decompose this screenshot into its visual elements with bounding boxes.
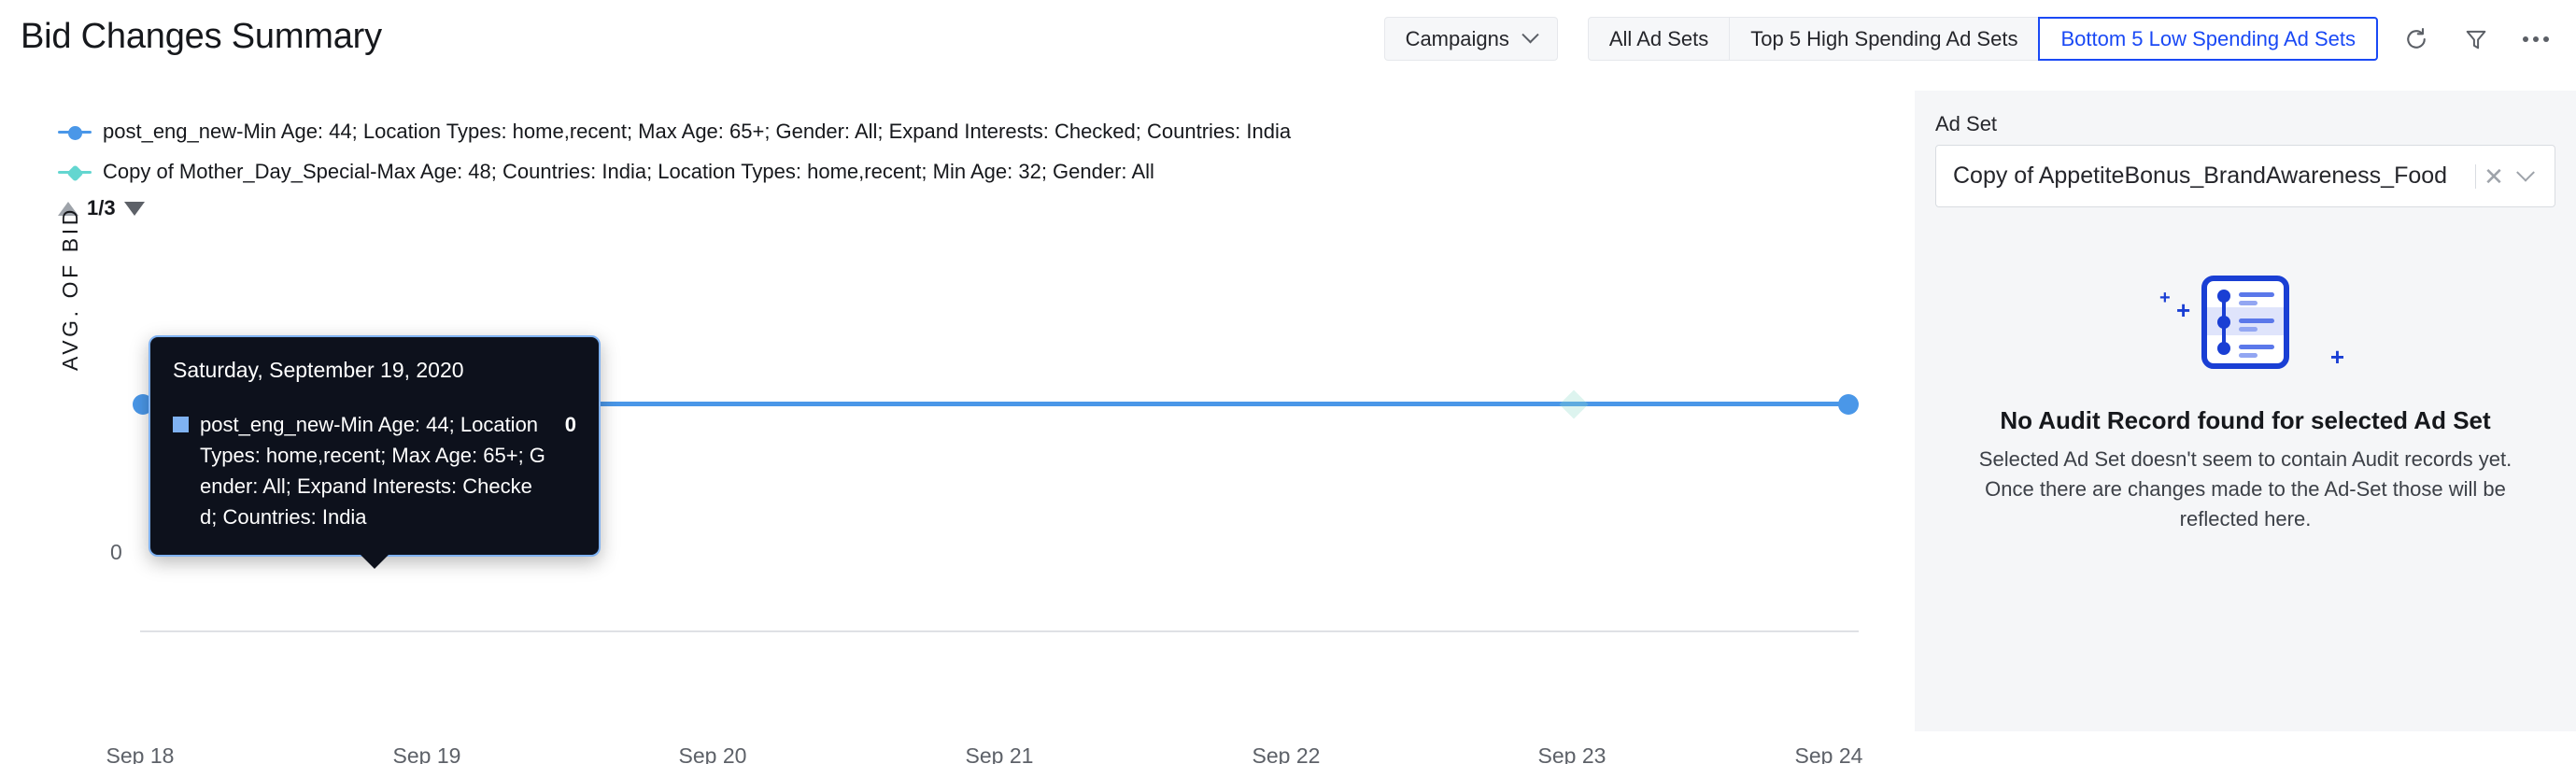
tab-bottom-5-low-spending[interactable]: Bottom 5 Low Spending Ad Sets [2038,17,2378,61]
campaigns-dropdown[interactable]: Campaigns [1383,17,1558,61]
sparkle-plus-icon: + [2329,343,2344,371]
triangle-down-icon[interactable] [123,201,145,216]
x-tick-label: Sep 20 [678,743,747,764]
x-tick-label: Sep 24 [1794,743,1863,764]
filter-button[interactable] [2455,18,2498,61]
legend-pager-text: 1/3 [87,196,116,219]
chart-tooltip: Saturday, September 19, 2020 post_eng_ne… [149,335,601,569]
empty-state-body: Selected Ad Set doesn't seem to contain … [1978,447,2512,531]
audit-record-panel: Ad Set Copy of AppetiteBonus_BrandAwaren… [1915,91,2576,731]
header-controls: Campaigns All Ad Sets Top 5 High Spendin… [1383,17,2557,61]
empty-state-title: No Audit Record found for selected Ad Se… [2000,406,2491,434]
filter-icon [2466,30,2486,49]
y-axis-tick-0: 0 [110,540,122,564]
ad-set-select[interactable]: Copy of AppetiteBonus_BrandAwareness_Foo… [1935,145,2555,207]
refresh-button[interactable] [2395,18,2438,61]
campaigns-dropdown-label: Campaigns [1405,26,1509,50]
legend-marker-circle-icon [58,122,92,141]
tooltip-series-row: post_eng_new-Min Age: 44; Location Types… [173,409,576,532]
tooltip-date: Saturday, September 19, 2020 [173,358,464,382]
tab-all-ad-sets[interactable]: All Ad Sets [1587,17,1731,61]
legend-marker-diamond-icon [58,163,92,182]
tooltip-arrow-icon [361,555,389,569]
x-tick-label: Sep 18 [106,743,175,764]
chevron-down-icon[interactable] [2510,163,2541,183]
legend-item-label: post_eng_new-Min Age: 44; Location Types… [103,119,1292,143]
tooltip-series-swatch-icon [173,417,189,432]
series-2-point-sep-23[interactable] [1559,389,1589,419]
bid-changes-summary-page: Bid Changes Summary Campaigns All Ad Set… [0,0,2576,764]
ad-set-field-label: Ad Set [1935,112,1998,135]
x-tick-label: Sep 23 [1537,743,1606,764]
tooltip-series-value: 0 [564,413,576,436]
x-axis-line [140,630,1859,632]
close-icon[interactable]: ✕ [2478,164,2510,189]
chart-legend: post_eng_new-Min Age: 44; Location Types… [58,111,1833,191]
ad-set-tab-group: All Ad Sets Top 5 High Spending Ad Sets … [1587,17,2378,61]
ad-set-select-value: Copy of AppetiteBonus_BrandAwareness_Foo… [1953,163,2448,189]
series-1-point-sep-24[interactable] [1838,394,1859,415]
x-tick-label: Sep 19 [392,743,461,764]
more-options-icon [2523,35,2549,42]
chevron-down-icon [1522,26,1539,44]
legend-item-series-2[interactable]: Copy of Mother_Day_Special-Max Age: 48; … [58,151,1833,191]
x-tick-label: Sep 22 [1252,743,1321,764]
sparkle-plus-icon: + [2159,288,2171,308]
audit-record-list-icon: + + + [2143,268,2348,389]
sparkle-plus-icon: + [2176,296,2191,324]
legend-item-label: Copy of Mother_Day_Special-Max Age: 48; … [103,159,1154,183]
empty-state: + + + No Audit Record found for selected… [1915,268,2576,534]
legend-item-series-1[interactable]: post_eng_new-Min Age: 44; Location Types… [58,111,1833,151]
tooltip-series-label: post_eng_new-Min Age: 44; Location Types… [200,413,545,529]
page-header: Bid Changes Summary Campaigns All Ad Set… [0,0,2576,91]
list-card-icon [2201,276,2289,369]
y-axis-label: AVG. OF BID [58,206,82,371]
page-title: Bid Changes Summary [21,17,382,56]
tab-top-5-high-spending[interactable]: Top 5 High Spending Ad Sets [1730,17,2040,61]
refresh-icon [2407,27,2426,49]
chart-panel: post_eng_new-Min Age: 44; Location Types… [0,91,1915,764]
more-options-button[interactable] [2514,18,2557,61]
x-axis-ticks: Sep 18 Sep 19 Sep 20 Sep 21 Sep 22 Sep 2… [0,743,1915,764]
x-tick-label: Sep 21 [965,743,1034,764]
select-divider [2475,163,2476,189]
